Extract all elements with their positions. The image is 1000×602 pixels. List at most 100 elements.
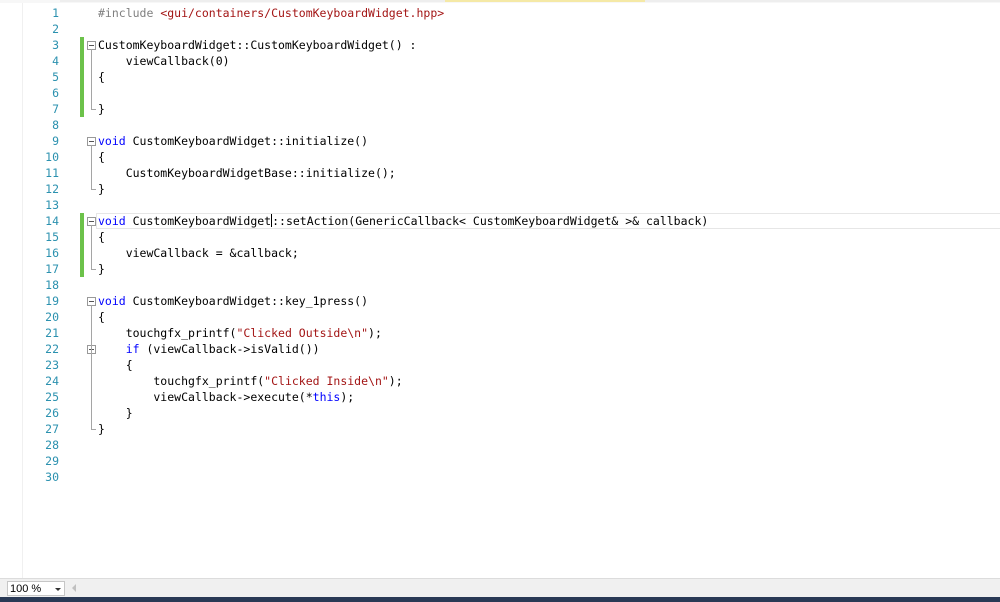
code-text: void CustomKeyboardWidget::setAction(Gen…: [98, 214, 709, 228]
outline-guide: [91, 145, 92, 189]
zoom-dropdown[interactable]: 100 %: [7, 581, 65, 596]
line-number: 1: [52, 6, 59, 20]
code-text: {: [98, 150, 105, 164]
code-line[interactable]: 12}: [0, 181, 1000, 197]
code-line[interactable]: 1 #include <gui/containers/CustomKeyboard…: [0, 5, 1000, 21]
code-line[interactable]: 17}: [0, 261, 1000, 277]
line-number: 13: [45, 198, 59, 212]
line-number: 29: [45, 454, 59, 468]
code-text: void CustomKeyboardWidget::initialize(): [98, 134, 369, 148]
code-text: viewCallback->execute(*this);: [98, 390, 355, 404]
code-line[interactable]: 3 CustomKeyboardWidget::CustomKeyboardWid…: [0, 37, 1000, 53]
code-text: touchgfx_printf("Clicked Inside\n");: [98, 374, 403, 388]
code-text: void CustomKeyboardWidget::key_1press(): [98, 294, 369, 308]
window-bottom-border: [0, 597, 1000, 602]
change-indicator: [80, 229, 84, 245]
code-text: if (viewCallback->isValid()): [125, 342, 320, 356]
change-indicator: [80, 213, 84, 229]
change-indicator: [80, 245, 84, 261]
outline-guide: [91, 49, 92, 109]
editor-status-bar: 100 %: [0, 578, 1000, 598]
code-line[interactable]: 8: [0, 117, 1000, 133]
code-line[interactable]: 19 void CustomKeyboardWidget::key_1press(…: [0, 293, 1000, 309]
line-number: 5: [52, 70, 59, 84]
code-text: {: [98, 70, 105, 84]
code-line[interactable]: 23 {: [0, 357, 1000, 373]
line-number: 26: [45, 406, 59, 420]
line-number: 16: [45, 246, 59, 260]
line-number: 2: [52, 22, 59, 36]
code-line[interactable]: 9 void CustomKeyboardWidget::initialize(): [0, 133, 1000, 149]
line-number: 7: [52, 102, 59, 116]
code-line[interactable]: 16 viewCallback = &callback;: [0, 245, 1000, 261]
code-line[interactable]: 29: [0, 453, 1000, 469]
code-text: viewCallback(0): [98, 54, 230, 68]
line-number: 6: [52, 86, 59, 100]
code-line[interactable]: 6: [0, 85, 1000, 101]
line-number: 21: [45, 326, 59, 340]
code-line[interactable]: 20 {: [0, 309, 1000, 325]
code-text: {: [98, 358, 133, 372]
code-text: {: [98, 230, 105, 244]
code-text: {: [98, 310, 105, 324]
line-number: 11: [45, 166, 59, 180]
change-indicator: [80, 37, 84, 53]
code-line[interactable]: 27}: [0, 421, 1000, 437]
outline-guide-end: [91, 269, 96, 270]
tab-edge: [60, 0, 445, 2]
outline-guide: [91, 353, 92, 413]
line-number: 14: [45, 214, 59, 228]
code-line[interactable]: 25 viewCallback->execute(*this);: [0, 389, 1000, 405]
tab-edge: [645, 0, 1000, 2]
line-number: 3: [52, 38, 59, 52]
change-indicator: [80, 85, 84, 101]
code-line[interactable]: 21 touchgfx_printf("Clicked Outside\n");: [0, 325, 1000, 341]
code-line[interactable]: 10 {: [0, 149, 1000, 165]
line-number: 9: [52, 134, 59, 148]
line-number: 23: [45, 358, 59, 372]
code-line[interactable]: 13: [0, 197, 1000, 213]
code-line[interactable]: 7}: [0, 101, 1000, 117]
line-number: 20: [45, 310, 59, 324]
code-line[interactable]: 11 CustomKeyboardWidgetBase::initialize(…: [0, 165, 1000, 181]
code-text: }: [98, 182, 105, 196]
code-line[interactable]: 14 void CustomKeyboardWidget::setAction(G…: [0, 213, 1000, 229]
change-indicator: [80, 53, 84, 69]
code-line[interactable]: 30: [0, 469, 1000, 485]
code-line[interactable]: 15 {: [0, 229, 1000, 245]
line-number: 17: [45, 262, 59, 276]
code-text: touchgfx_printf("Clicked Outside\n");: [98, 326, 382, 340]
line-number: 19: [45, 294, 59, 308]
line-number: 24: [45, 374, 59, 388]
code-line[interactable]: 4 viewCallback(0): [0, 53, 1000, 69]
code-text: }: [98, 102, 105, 116]
outline-guide: [91, 225, 92, 269]
code-text: CustomKeyboardWidget::CustomKeyboardWidg…: [98, 38, 417, 52]
code-line[interactable]: 22 if (viewCallback->isValid()): [0, 341, 1000, 357]
code-editor[interactable]: 1 #include <gui/containers/CustomKeyboard…: [0, 3, 1000, 578]
line-number: 18: [45, 278, 59, 292]
code-text: }: [98, 262, 105, 276]
line-number: 27: [45, 422, 59, 436]
active-tab-edge: [445, 0, 645, 2]
code-line[interactable]: 26 }: [0, 405, 1000, 421]
code-line[interactable]: 24 touchgfx_printf("Clicked Inside\n");: [0, 373, 1000, 389]
code-line[interactable]: 2: [0, 21, 1000, 37]
line-number: 12: [45, 182, 59, 196]
change-indicator: [80, 101, 84, 117]
change-indicator: [80, 69, 84, 85]
change-indicator: [80, 261, 84, 277]
code-line[interactable]: 28: [0, 437, 1000, 453]
code-line[interactable]: 18: [0, 277, 1000, 293]
line-number: 10: [45, 150, 59, 164]
line-number: 30: [45, 470, 59, 484]
line-number: 22: [45, 342, 59, 356]
scroll-left-icon[interactable]: [72, 584, 76, 592]
code-text: }: [98, 406, 133, 420]
code-text: viewCallback = &callback;: [98, 246, 299, 260]
line-number: 4: [52, 54, 59, 68]
zoom-value: 100 %: [10, 583, 42, 595]
line-number: 28: [45, 438, 59, 452]
code-line[interactable]: 5{: [0, 69, 1000, 85]
line-number: 15: [45, 230, 59, 244]
